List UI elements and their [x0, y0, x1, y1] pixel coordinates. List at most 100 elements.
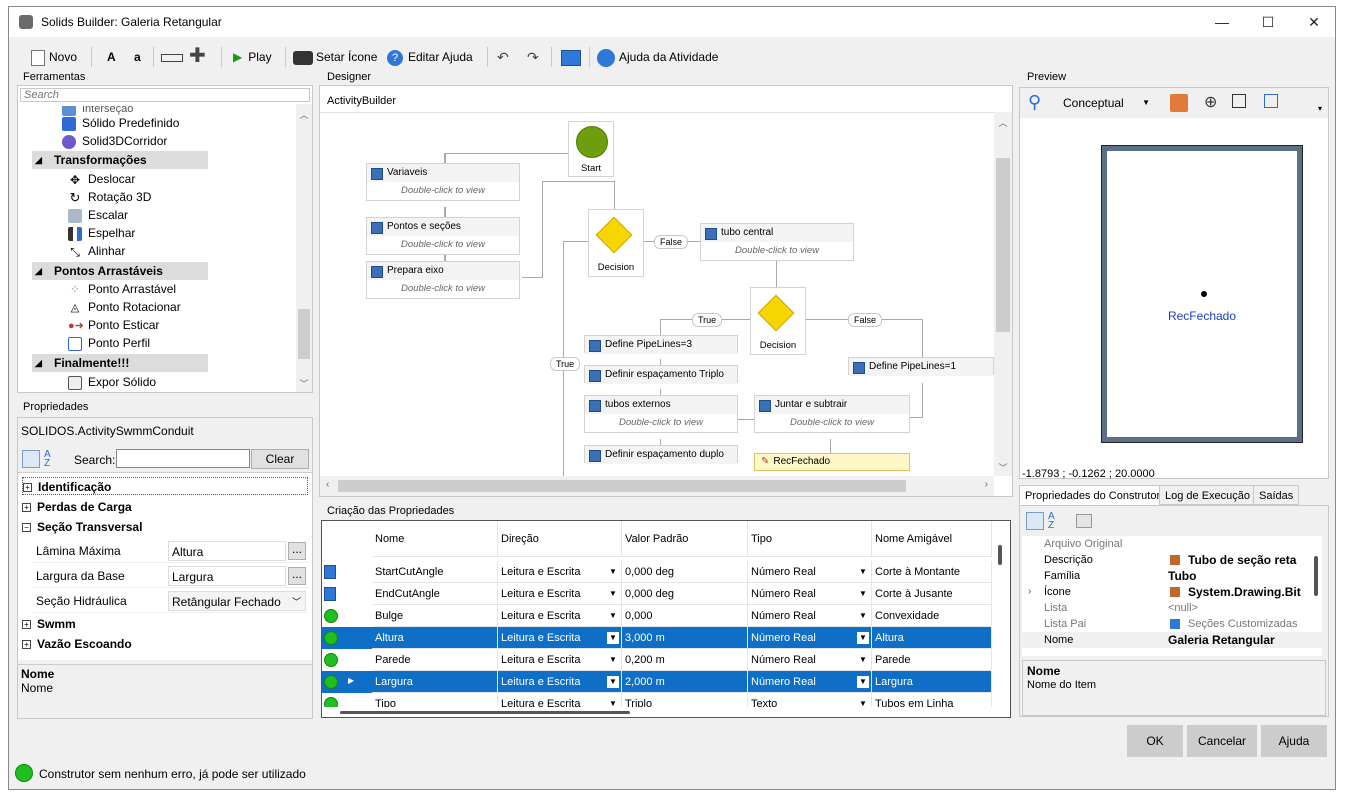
categorized-icon[interactable] [1026, 512, 1044, 530]
tab-propriedades-construtor[interactable]: Propriedades do Construtor [1019, 485, 1167, 505]
chevron-down-icon[interactable]: ▼ [857, 610, 869, 622]
table-row[interactable]: Altura Leitura e Escrita ▼ 3,000 m Número Re… [322, 627, 992, 649]
chevron-down-icon[interactable]: ▼ [857, 588, 869, 600]
grid-cell[interactable]: 0,000 deg [622, 561, 748, 583]
tree-item-ponto-rotacionar[interactable]: ◬ Ponto Rotacionar [68, 298, 181, 316]
table-row[interactable]: Tipo Leitura e Escrita ▼ Triplo Texto ▼ Tubos … [322, 693, 992, 707]
activity-define-pipelines-1[interactable]: Define PipeLines=1 [848, 357, 994, 376]
prop-value-select[interactable]: Retângular Fechado ﹀ [168, 591, 306, 611]
tree-item-ponto-perfil[interactable]: Ponto Perfil [68, 334, 150, 352]
grid-cell[interactable]: Parede [872, 649, 992, 671]
preview-canvas[interactable]: RecFechado [1020, 118, 1328, 468]
novo-button[interactable]: Novo [31, 47, 77, 67]
zoom-icon[interactable]: ⚲ [1028, 92, 1041, 113]
construtor-prop-row[interactable]: Descrição Tubo de seção reta [1022, 552, 1322, 568]
grid-vscrollbar[interactable] [994, 541, 1006, 701]
grid-cell[interactable]: Parede [372, 649, 498, 671]
table-row[interactable]: StartCutAngle Leitura e Escrita ▼ 0,000 deg… [322, 561, 992, 583]
panel-icon[interactable] [561, 47, 581, 67]
paint-icon[interactable] [1170, 94, 1188, 112]
setar-icone-button[interactable]: Setar Ícone [293, 47, 377, 67]
tab-log-execucao[interactable]: Log de Execução [1159, 485, 1257, 505]
grid-cell[interactable]: Leitura e Escrita ▼ [498, 583, 622, 605]
prop-group-perdas[interactable]: + Perdas de Carga [22, 498, 132, 516]
grid-cell[interactable]: Corte à Jusante [872, 583, 992, 605]
tree-item-deslocar[interactable]: ✥ Deslocar [68, 170, 135, 188]
column-header[interactable]: Nome [372, 521, 498, 557]
prop-value-input[interactable]: Largura [168, 566, 286, 586]
activity-esp-duplo[interactable]: Definir espaçamento duplo [584, 445, 738, 464]
maximize-button[interactable]: ☐ [1245, 7, 1291, 37]
overflow-icon[interactable]: ▾ [1318, 104, 1322, 113]
designer-breadcrumb[interactable]: ActivityBuilder [327, 95, 396, 107]
activity-pontos-secoes[interactable]: Pontos e seções Double-click to view [366, 217, 520, 255]
grid-cell[interactable]: 2,000 m [622, 671, 748, 693]
activity-prepara-eixo[interactable]: Prepara eixo Double-click to view [366, 261, 520, 299]
activity-define-pipelines-3[interactable]: Define PipeLines=3 [584, 335, 738, 354]
start-node[interactable]: Start [568, 121, 614, 177]
grid-cell[interactable]: Número Real ▼ [748, 583, 872, 605]
scroll-thumb[interactable] [996, 158, 1010, 332]
chevron-down-icon[interactable]: ▼ [607, 676, 619, 688]
bold-font-button[interactable]: A [107, 47, 116, 67]
scroll-thumb[interactable] [1314, 556, 1318, 596]
scroll-right-icon[interactable]: › [985, 479, 988, 490]
grid-cell[interactable]: 0,000 deg [622, 583, 748, 605]
grid-cell[interactable]: Leitura e Escrita ▼ [498, 671, 622, 693]
designer-vscrollbar[interactable]: ︿ ﹀ [994, 112, 1012, 476]
chevron-down-icon[interactable]: ▼ [607, 610, 619, 622]
clear-button[interactable]: Clear [251, 449, 309, 469]
view-mode-select[interactable]: Conceptual ▼ [1060, 94, 1152, 112]
prop-value-input[interactable]: Altura [168, 541, 286, 561]
ellipsis-button[interactable]: ... [288, 567, 306, 585]
scroll-thumb[interactable] [338, 480, 906, 492]
table-row[interactable]: EndCutAngle Leitura e Escrita ▼ 0,000 deg Nú… [322, 583, 992, 605]
scroll-thumb[interactable] [998, 545, 1002, 565]
chevron-down-icon[interactable]: ▼ [857, 698, 869, 707]
grid-cell[interactable]: Número Real ▼ [748, 649, 872, 671]
chevron-down-icon[interactable]: ▼ [607, 588, 619, 600]
ferramentas-scrollbar[interactable]: ︿ ﹀ [296, 104, 312, 392]
chevron-right-icon[interactable]: › [1028, 584, 1031, 600]
chevron-down-icon[interactable]: ▼ [607, 632, 619, 644]
tree-item-alinhar[interactable]: ⤡ Alinhar [68, 242, 125, 260]
grid-cell[interactable]: Número Real ▼ [748, 671, 872, 693]
scroll-down-icon[interactable]: ﹀ [994, 461, 1012, 474]
activity-variaveis[interactable]: Variaveis Double-click to view [366, 163, 520, 201]
sort-alpha-icon[interactable]: AZ [44, 450, 51, 469]
property-pages-icon[interactable] [1076, 514, 1092, 528]
grid-cell[interactable]: Altura [872, 627, 992, 649]
add-icon[interactable]: ✚ [189, 46, 206, 67]
tree-item-solido-predefinido[interactable]: Sólido Predefinido [62, 114, 179, 132]
activity-esp-triplo[interactable]: Definir espaçamento Triplo [584, 365, 738, 384]
scroll-thumb[interactable] [298, 309, 310, 359]
tree-item-escalar[interactable]: Escalar [68, 206, 128, 224]
chevron-down-icon[interactable]: ▼ [857, 654, 869, 666]
construtor-prop-row[interactable]: Lista <null> [1022, 600, 1322, 616]
designer-canvas[interactable]: Start Variaveis Double-click to view Pon… [320, 112, 994, 477]
chevron-down-icon[interactable]: ▼ [857, 632, 869, 644]
construtor-prop-row[interactable]: Família Tubo [1022, 568, 1322, 584]
minimize-button[interactable]: — [1199, 7, 1245, 37]
grid-cell[interactable]: Convexidade [872, 605, 992, 627]
cancelar-button[interactable]: Cancelar [1187, 725, 1257, 757]
column-header[interactable]: Valor Padrão [622, 521, 748, 557]
view-cube-icon[interactable] [1232, 94, 1246, 108]
tree-group-transformacoes[interactable]: ◢ Transformações [32, 151, 208, 169]
tool-search-input[interactable] [20, 88, 310, 102]
grid-cell[interactable]: 0,000 [622, 605, 748, 627]
small-font-button[interactable]: a [134, 47, 141, 67]
grid-cell[interactable]: Largura [872, 671, 992, 693]
chevron-down-icon[interactable]: ▼ [607, 698, 619, 707]
activity-tubo-central[interactable]: tubo central Double-click to view [700, 223, 854, 261]
chevron-down-icon[interactable]: ▼ [607, 654, 619, 666]
grid-cell[interactable]: Tipo [372, 693, 498, 707]
scroll-down-icon[interactable]: ﹀ [296, 377, 312, 390]
grid-cell[interactable]: Corte à Montante [872, 561, 992, 583]
tree-item-expor-solido[interactable]: Expor Sólido [68, 373, 156, 391]
grid-cell[interactable]: Leitura e Escrita ▼ [498, 649, 622, 671]
grid-cell[interactable]: Altura [372, 627, 498, 649]
tree-item-rotacao-3d[interactable]: ↻ Rotação 3D [68, 188, 152, 206]
tree-item-solid3dcorridor[interactable]: Solid3DCorridor [62, 132, 167, 150]
grid-cell[interactable]: Bulge [372, 605, 498, 627]
